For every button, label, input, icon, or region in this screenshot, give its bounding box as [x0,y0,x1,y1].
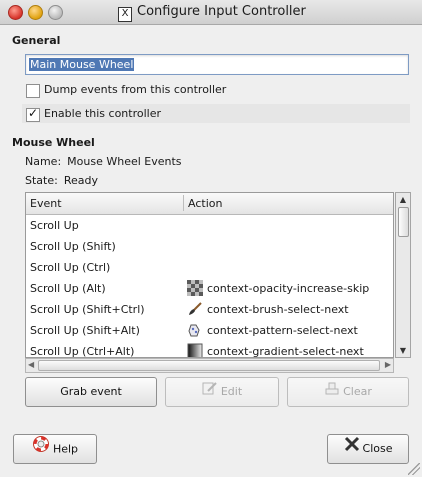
pattern-icon [188,324,200,337]
grab-event-button[interactable]: Grab event [25,377,157,407]
vertical-scroll-thumb[interactable] [398,207,409,237]
controller-name-input[interactable]: Main Mouse Wheel [25,54,409,75]
help-label: Help [52,442,79,456]
event-cell: Scroll Up (Shift) [30,240,116,253]
close-button[interactable]: Close [327,434,409,464]
table-row[interactable]: Scroll Up (Shift+Alt) context-pattern-se… [26,320,393,341]
minimize-window-button[interactable] [28,5,43,20]
close-label: Close [362,442,393,455]
state-field: State: Ready [25,174,98,187]
mouse-wheel-heading: Mouse Wheel [12,136,95,149]
checkmark-icon: ✓ [28,106,39,120]
action-cell: context-gradient-select-next [207,345,364,358]
table-row[interactable]: Scroll Up [26,215,393,236]
name-label: Name: [25,155,62,168]
scroll-left-arrow-icon[interactable]: ◀ [28,360,34,369]
scroll-down-arrow-icon[interactable]: ▼ [397,345,409,356]
event-cell: Scroll Up (Ctrl) [30,261,111,274]
table-row[interactable]: Scroll Up (Ctrl) [26,257,393,278]
help-button[interactable]: Help [13,434,97,464]
clear-button[interactable]: Clear [287,377,409,407]
window-title: X Configure Input Controller [118,4,306,22]
enable-controller-label[interactable]: Enable this controller [44,107,161,120]
table-row[interactable]: Scroll Up (Ctrl+Alt) context-gradient-se… [26,341,393,358]
edit-icon [202,378,218,406]
controller-name-value: Main Mouse Wheel [29,58,135,71]
column-header-action[interactable]: Action [188,197,222,210]
grab-event-label: Grab event [60,385,122,398]
help-lifebuoy-icon [32,435,50,464]
brush-icon [189,302,202,315]
column-separator [183,195,184,211]
edit-label: Edit [220,385,243,398]
close-x-icon [344,435,360,463]
event-cell: Scroll Up (Shift+Alt) [30,324,140,337]
zoom-window-button[interactable] [48,5,63,20]
table-header: Event Action [26,193,393,215]
clear-icon [324,378,340,406]
x11-icon: X [118,7,132,22]
event-action-table[interactable]: Event Action Scroll Up Scroll Up (Shift)… [25,192,394,358]
close-window-button[interactable] [8,5,23,20]
edit-button[interactable]: Edit [165,377,279,407]
name-value: Mouse Wheel Events [67,155,182,168]
enable-controller-checkbox[interactable]: ✓ [26,106,40,122]
general-heading: General [12,34,61,47]
scroll-right-arrow-icon[interactable]: ▶ [385,360,391,369]
event-cell: Scroll Up (Alt) [30,282,106,295]
event-cell: Scroll Up (Shift+Ctrl) [30,303,145,316]
dump-events-checkbox[interactable] [26,84,40,98]
scroll-up-arrow-icon[interactable]: ▲ [397,194,409,205]
event-cell: Scroll Up (Ctrl+Alt) [30,345,135,358]
name-field: Name: Mouse Wheel Events [25,155,182,168]
title-bar: X Configure Input Controller [0,0,422,25]
opacity-checker-icon [187,280,203,296]
action-cell: context-pattern-select-next [207,324,358,337]
table-vertical-scrollbar[interactable]: ▲ ▼ [395,192,411,358]
resize-grip-icon[interactable] [408,463,420,475]
event-cell: Scroll Up [30,219,79,232]
state-value: Ready [63,174,98,187]
clear-label: Clear [343,385,372,398]
column-header-event[interactable]: Event [30,197,62,210]
window-title-text: Configure Input Controller [137,4,306,19]
table-row[interactable]: Scroll Up (Shift+Ctrl) context-brush-sel… [26,299,393,320]
configure-input-controller-window: X Configure Input Controller General Main… [0,0,422,477]
state-label: State: [25,174,58,187]
table-horizontal-scrollbar[interactable]: ◀ ▶ [25,358,394,373]
table-row[interactable]: Scroll Up (Alt) context-opacity-increase… [26,278,393,299]
action-cell: context-brush-select-next [207,303,349,316]
action-cell: context-opacity-increase-skip [207,282,370,295]
gradient-icon [187,343,203,357]
horizontal-scroll-thumb[interactable] [38,360,380,371]
table-row[interactable]: Scroll Up (Shift) [26,236,393,257]
dump-events-label[interactable]: Dump events from this controller [44,83,226,96]
